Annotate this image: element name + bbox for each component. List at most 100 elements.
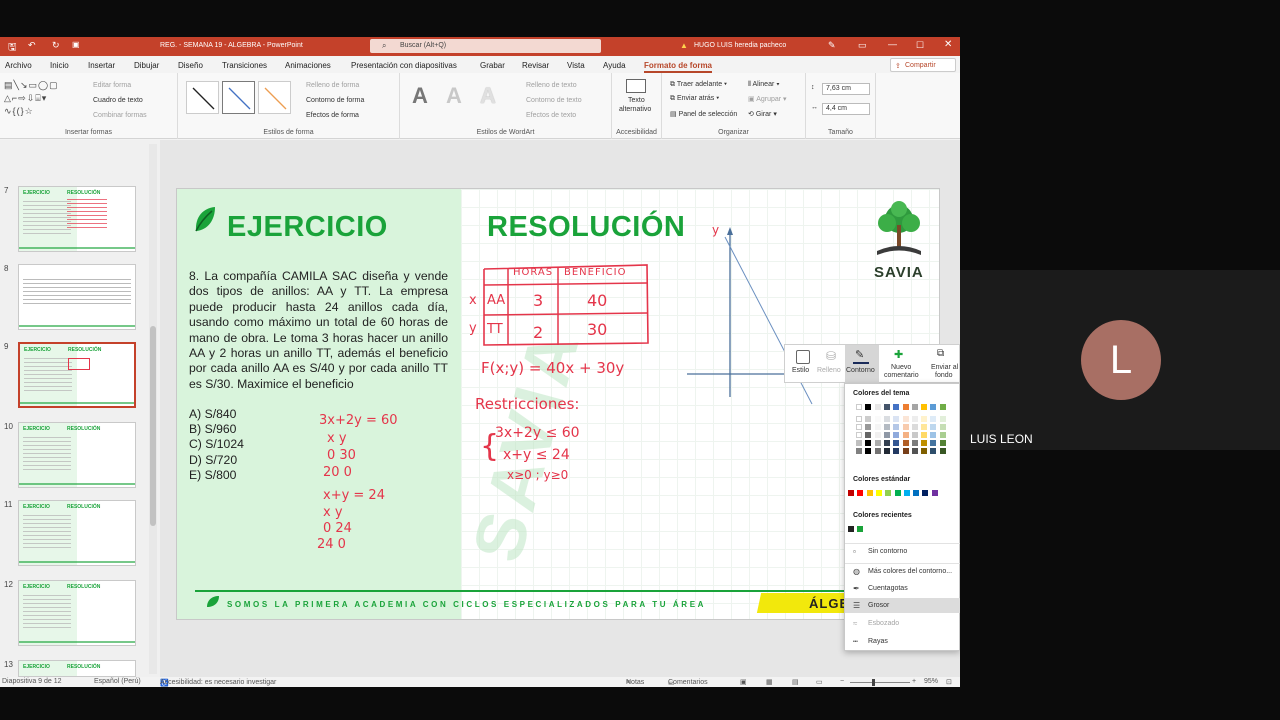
theme-color-swatch[interactable]: [911, 440, 918, 446]
shape-fill-button[interactable]: Relleno de forma: [306, 82, 359, 89]
theme-color-swatch[interactable]: [883, 404, 890, 410]
pen-icon[interactable]: ✎: [828, 40, 836, 51]
theme-color-swatch[interactable]: [874, 416, 881, 422]
more-outline-colors-option[interactable]: ◍ Más colores del contorno...: [845, 563, 960, 578]
theme-color-swatch[interactable]: [865, 424, 872, 430]
share-button[interactable]: ⇪ Compartir: [890, 58, 956, 72]
close-icon[interactable]: ✕: [944, 39, 952, 50]
theme-color-swatch[interactable]: [939, 432, 946, 438]
theme-color-swatch[interactable]: [883, 440, 890, 446]
standard-color-swatch[interactable]: [875, 490, 882, 496]
standard-color-swatch[interactable]: [857, 490, 864, 496]
theme-color-swatch[interactable]: [939, 440, 946, 446]
theme-color-swatch[interactable]: [902, 432, 909, 438]
standard-color-swatch[interactable]: [903, 490, 910, 496]
slide-thumbnail-7[interactable]: EJERCICIO RESOLUCIÓN: [18, 186, 136, 252]
wordart-style-1[interactable]: A: [412, 83, 428, 109]
align-button[interactable]: ⫴ Alinear ▾: [748, 81, 780, 89]
rounded-rect-shape-icon[interactable]: ▢: [49, 80, 59, 90]
zoom-in-icon[interactable]: +: [912, 678, 916, 685]
more-shapes-icon[interactable]: ▾: [42, 93, 48, 103]
theme-color-swatch[interactable]: [874, 404, 881, 410]
sketched-option[interactable]: ≈ Esbozado: [845, 616, 960, 631]
theme-color-swatch[interactable]: [911, 424, 918, 430]
tab-formato-de-forma[interactable]: Formato de forma: [644, 61, 713, 73]
standard-color-swatch[interactable]: [848, 490, 854, 496]
theme-color-swatch[interactable]: [883, 432, 890, 438]
tab-dibujar[interactable]: Dibujar: [134, 61, 159, 70]
weight-option[interactable]: ☰ Grosor: [845, 598, 960, 613]
oval-shape-icon[interactable]: ◯: [38, 80, 49, 90]
theme-color-swatch[interactable]: [930, 424, 937, 430]
tab-diseno[interactable]: Diseño: [178, 61, 203, 70]
triangle-shape-icon[interactable]: △: [4, 93, 12, 103]
alt-text-icon[interactable]: [626, 79, 646, 93]
normal-view-icon[interactable]: ▣: [740, 678, 747, 686]
zoom-out-icon[interactable]: −: [840, 678, 844, 685]
theme-color-swatch[interactable]: [921, 404, 928, 410]
shape-style-orange[interactable]: [258, 81, 291, 114]
theme-color-swatch[interactable]: [939, 416, 946, 422]
shape-effects-button[interactable]: Efectos de forma: [306, 112, 359, 119]
theme-color-swatch[interactable]: [893, 404, 900, 410]
account-name[interactable]: HUGO LUIS heredia pacheco: [694, 42, 786, 49]
language-status[interactable]: Español (Perú): [94, 678, 141, 685]
theme-color-swatch[interactable]: [856, 448, 862, 454]
fill-button[interactable]: ⛁ Relleno: [817, 345, 847, 383]
slide-thumbnail-10[interactable]: EJERCICIO RESOLUCIÓN: [18, 422, 136, 488]
theme-color-swatch[interactable]: [874, 432, 881, 438]
undo-icon[interactable]: ↶: [28, 40, 36, 51]
tab-transiciones[interactable]: Transiciones: [222, 61, 267, 70]
theme-color-swatch[interactable]: [911, 448, 918, 454]
theme-color-swatch[interactable]: [893, 432, 900, 438]
alt-text-label-1[interactable]: Texto: [628, 97, 645, 104]
minimize-icon[interactable]: —: [888, 39, 897, 49]
theme-color-swatch[interactable]: [902, 440, 909, 446]
theme-color-swatch[interactable]: [874, 448, 881, 454]
theme-color-swatch[interactable]: [874, 424, 881, 430]
block-arrow-shape-icon[interactable]: ⇨: [18, 93, 27, 103]
style-button[interactable]: Estilo: [789, 345, 819, 383]
theme-color-swatch[interactable]: [921, 432, 928, 438]
save-icon[interactable]: 🖫: [8, 40, 17, 57]
new-comment-button[interactable]: ✚ Nuevo comentario: [881, 345, 921, 383]
theme-color-swatch[interactable]: [856, 440, 862, 446]
theme-color-swatch[interactable]: [902, 424, 909, 430]
shapes-gallery[interactable]: ▤╲↘▭◯▢ △⌐⇨⇩⌸▾ ∿{(}☆: [4, 79, 82, 121]
theme-color-swatch[interactable]: [911, 416, 918, 422]
theme-color-swatch[interactable]: [865, 432, 872, 438]
tab-inicio[interactable]: Inicio: [50, 61, 69, 70]
theme-color-swatch[interactable]: [902, 416, 909, 422]
no-outline-option[interactable]: ▫ Sin contorno: [845, 543, 960, 558]
rotate-button[interactable]: ⟲ Girar ▾: [748, 110, 777, 118]
slide-thumbnail-13[interactable]: EJERCICIO RESOLUCIÓN: [18, 660, 136, 677]
standard-color-swatch[interactable]: [866, 490, 873, 496]
curve-shape-icon[interactable]: ∿: [4, 106, 13, 116]
theme-color-swatch[interactable]: [883, 424, 890, 430]
shape-style-black[interactable]: [186, 81, 219, 114]
tab-revisar[interactable]: Revisar: [522, 61, 549, 70]
text-effects-button[interactable]: Efectos de texto: [526, 112, 576, 119]
standard-color-swatch[interactable]: [913, 490, 920, 496]
theme-color-swatch[interactable]: [902, 404, 909, 410]
bring-forward-button[interactable]: ⧉ Traer adelante ▾: [670, 81, 727, 89]
theme-color-swatch[interactable]: [921, 424, 928, 430]
slide-canvas[interactable]: SAVIA EJERCICIO RESOLUCIÓN 8. La compañí…: [176, 188, 940, 620]
scrollbar-thumb[interactable]: [150, 326, 156, 526]
theme-color-swatch[interactable]: [883, 448, 890, 454]
search-input[interactable]: ⌕ Buscar (Alt+Q): [370, 39, 601, 53]
recent-color-swatch[interactable]: [848, 526, 854, 532]
tab-insertar[interactable]: Insertar: [88, 61, 115, 70]
redo-icon[interactable]: ↻: [52, 40, 60, 51]
theme-color-swatch[interactable]: [893, 416, 900, 422]
tab-animaciones[interactable]: Animaciones: [285, 61, 331, 70]
theme-color-swatch[interactable]: [921, 448, 928, 454]
theme-color-swatch[interactable]: [856, 416, 862, 422]
tab-archivo[interactable]: Archivo: [5, 61, 32, 70]
slide-thumbnail-11[interactable]: EJERCICIO RESOLUCIÓN: [18, 500, 136, 566]
theme-color-swatch[interactable]: [883, 416, 890, 422]
theme-color-swatch[interactable]: [921, 440, 928, 446]
theme-color-swatch[interactable]: [874, 440, 881, 446]
text-box-shape-icon[interactable]: ▤: [4, 80, 14, 90]
theme-color-swatch[interactable]: [856, 424, 862, 430]
